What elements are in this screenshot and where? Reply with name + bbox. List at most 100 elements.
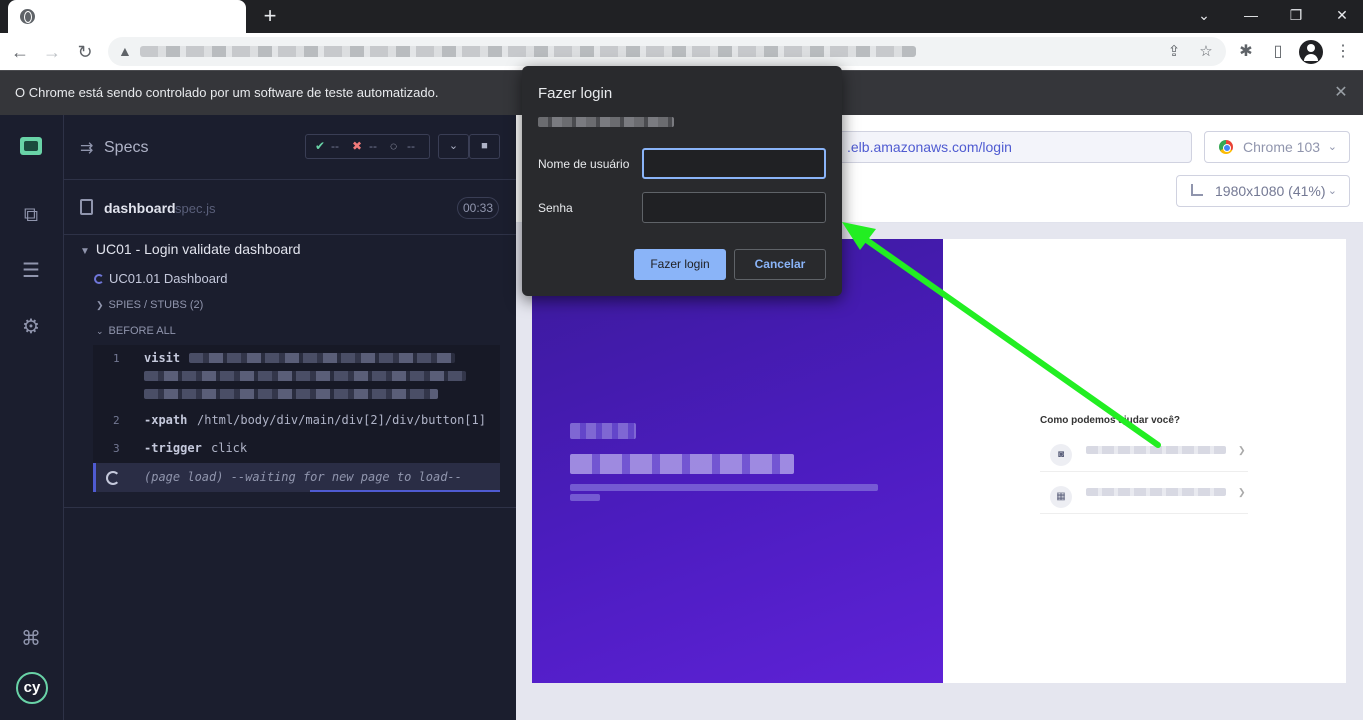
chrome-logo-icon [1219, 140, 1233, 154]
close-window-icon[interactable]: ✕ [1328, 4, 1356, 26]
page-load-progress [310, 490, 500, 492]
blurred-option-text [1086, 488, 1226, 496]
bookmark-star-icon[interactable]: ☆ [1196, 42, 1216, 62]
collapse-chevron-icon[interactable]: ⌄ [438, 134, 469, 159]
divider [64, 507, 516, 508]
passed-count: -- [331, 139, 339, 153]
infobar-message: O Chrome está sendo controlado por um so… [15, 85, 439, 100]
spec-file-ext: spec.js [175, 201, 216, 216]
tab-search-icon[interactable]: ⌄ [1190, 4, 1218, 26]
help-title: Como podemos ajudar você? [1040, 415, 1181, 426]
runs-nav-icon[interactable]: ☰ [18, 258, 44, 284]
blurred-hero-heading [570, 454, 794, 474]
infobar-close-icon[interactable]: ✕ [1330, 82, 1352, 104]
command-name: -xpath [144, 413, 188, 427]
spec-file-header: dashboard spec.js 00:33 [64, 180, 516, 235]
browser-selector-label: Chrome 103 [1243, 139, 1321, 155]
test-row[interactable]: UC01.01 Dashboard [94, 271, 228, 286]
command-number: 1 [113, 352, 120, 365]
spec-file-name: dashboard [104, 200, 176, 216]
pending-count: -- [407, 139, 415, 153]
address-bar[interactable]: ▲ ⇪ ☆ [108, 37, 1226, 66]
failed-x-icon: ✖ [352, 139, 363, 153]
browser-toolbar: ← → ↻ ▲ ⇪ ☆ ✱ ▯ ⋮ [0, 33, 1363, 70]
blurred-url [140, 46, 916, 57]
run-duration-badge: 00:33 [457, 197, 500, 219]
aut-canvas: Como podemos ajudar você? ◙ ❯ ▦ ❯ [516, 223, 1363, 720]
new-tab-icon[interactable]: + [258, 4, 282, 28]
page-load-row[interactable]: (page load) --waiting for new page to lo… [93, 463, 500, 492]
cypress-sidebar: ⧉ ☰ ⚙ ⌘ cy [0, 115, 64, 720]
command-name: visit [144, 351, 181, 365]
failed-count: -- [369, 139, 377, 153]
cypress-logo-icon: cy [16, 672, 48, 704]
before-all-toggle[interactable]: ⌄ BEFORE ALL [96, 325, 176, 337]
restore-icon[interactable]: ❐ [1282, 4, 1310, 26]
chevron-down-icon: ⌄ [96, 326, 104, 336]
username-field[interactable] [642, 148, 826, 179]
blurred-hero-subtext [570, 484, 878, 491]
passed-check-icon: ✔ [315, 139, 326, 153]
suite-row[interactable]: ▼ UC01 - Login validate dashboard [80, 241, 301, 257]
profile-avatar-icon[interactable] [1299, 40, 1323, 64]
forward-icon[interactable]: → [40, 40, 64, 64]
blurred-option-text [1086, 446, 1226, 454]
password-field[interactable] [642, 192, 826, 223]
aut-url-bar[interactable]: .elb.amazonaws.com/login [816, 131, 1192, 163]
browser-selector[interactable]: Chrome 103 ⌄ [1204, 131, 1350, 163]
chevron-down-icon: ⌄ [1327, 185, 1337, 197]
dialog-title: Fazer login [538, 85, 613, 102]
side-panel-icon[interactable]: ▯ [1266, 40, 1290, 64]
help-option[interactable]: ◙ ❯ [1040, 436, 1248, 472]
suite-title: UC01 - Login validate dashboard [95, 241, 301, 257]
blurred-visit-url [144, 389, 438, 399]
minimize-icon[interactable]: — [1237, 4, 1265, 26]
viewport-selector[interactable]: 1980x1080 (41%) ⌄ [1176, 175, 1350, 207]
blurred-hero-subtext [570, 494, 600, 501]
command-number: 2 [113, 414, 120, 427]
help-option[interactable]: ▦ ❯ [1040, 478, 1248, 514]
chevron-right-icon: ❯ [1238, 487, 1246, 497]
back-icon[interactable]: ← [8, 40, 32, 64]
cancel-button[interactable]: Cancelar [734, 249, 826, 280]
spies-stubs-label: SPIES / STUBS (2) [108, 299, 204, 311]
share-icon[interactable]: ⇪ [1164, 42, 1184, 62]
spies-stubs-toggle[interactable]: ❯ SPIES / STUBS (2) [96, 299, 203, 311]
specs-nav-icon[interactable]: ⧉ [18, 202, 44, 228]
command-log-panel: ⇉ Specs ✔ -- ✖ -- ◌ -- ⌄ ■ dashboard spe… [64, 115, 516, 720]
camera-icon: ◙ [1050, 444, 1072, 466]
specs-list-icon[interactable]: ⇉ [80, 138, 93, 158]
test-stats: ✔ -- ✖ -- ◌ -- [305, 134, 430, 159]
running-spinner-icon [94, 274, 104, 284]
building-icon: ▦ [1050, 486, 1072, 508]
chevron-right-icon: ❯ [1238, 445, 1246, 455]
command-list: 1 visit 2 -xpath /html/body/div/main/div… [93, 345, 500, 492]
document-icon [80, 199, 93, 215]
login-dialog: Fazer login Nome de usuário Senha Fazer … [522, 66, 842, 296]
warning-icon[interactable]: ▲ [118, 43, 134, 59]
command-name: -trigger [144, 441, 202, 455]
extensions-icon[interactable]: ✱ [1234, 40, 1258, 64]
app-iframe: Como podemos ajudar você? ◙ ❯ ▦ ❯ [532, 239, 1346, 683]
chevron-right-icon: ❯ [96, 300, 104, 310]
reporter-header: ⇉ Specs ✔ -- ✖ -- ◌ -- ⌄ ■ [64, 115, 516, 180]
menu-kebab-icon[interactable]: ⋮ [1331, 40, 1355, 64]
test-title: UC01.01 Dashboard [109, 271, 228, 286]
chevron-down-icon: ▼ [80, 246, 90, 257]
project-logo-icon[interactable] [20, 137, 42, 155]
page-load-message: (page load) --waiting for new page to lo… [144, 470, 462, 484]
specs-title[interactable]: Specs [104, 139, 148, 157]
command-message: /html/body/div/main/div[2]/div/button[1] [197, 413, 486, 427]
ruler-icon [1191, 184, 1203, 196]
browser-tab[interactable] [8, 0, 246, 33]
reload-icon[interactable]: ↻ [73, 40, 97, 64]
blurred-hero-text [570, 423, 636, 439]
login-button[interactable]: Fazer login [634, 249, 726, 280]
globe-icon [20, 9, 35, 24]
settings-gear-icon[interactable]: ⚙ [18, 314, 44, 340]
browser-title-bar: + ⌄ — ❐ ✕ [0, 0, 1363, 33]
keyboard-shortcuts-icon[interactable]: ⌘ [18, 626, 44, 652]
blurred-origin [538, 117, 674, 127]
stop-button[interactable]: ■ [469, 134, 500, 159]
loading-spinner-icon [106, 471, 120, 485]
